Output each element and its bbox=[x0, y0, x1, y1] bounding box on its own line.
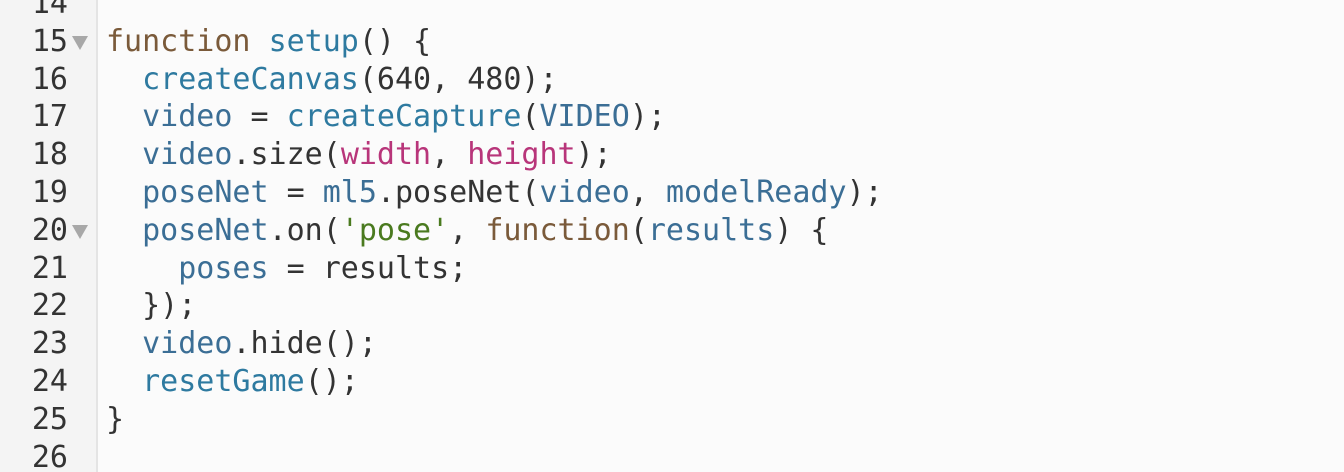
code-line[interactable]: 26 bbox=[0, 439, 1344, 472]
code-token: video bbox=[539, 174, 630, 210]
code-token: poseNet bbox=[142, 212, 269, 248]
code-token: createCapture bbox=[286, 99, 522, 135]
line-number: 18 bbox=[31, 137, 68, 173]
code-line[interactable]: 18 video.size(width, height); bbox=[0, 136, 1344, 174]
line-number: 15 bbox=[31, 23, 68, 59]
code-token: , bbox=[629, 174, 666, 210]
code-editor[interactable]: 14 15 function setup() {16 createCanvas(64… bbox=[0, 0, 1344, 472]
code-line[interactable]: 19 poseNet = ml5.poseNet(video, modelRea… bbox=[0, 174, 1344, 212]
code-token: function bbox=[106, 23, 251, 59]
line-number: 19 bbox=[31, 174, 68, 210]
code-text[interactable]: createCanvas(640, 480); bbox=[106, 61, 558, 99]
code-token: ); bbox=[575, 137, 612, 173]
code-line[interactable]: 22 }); bbox=[0, 287, 1344, 325]
code-token: ); bbox=[629, 99, 666, 135]
line-number: 21 bbox=[31, 250, 68, 286]
code-token: .on( bbox=[268, 212, 341, 248]
code-token: = results; bbox=[268, 250, 468, 286]
line-number: 14 bbox=[31, 0, 68, 21]
line-number: 20 bbox=[31, 212, 68, 248]
line-number: 25 bbox=[31, 401, 68, 437]
line-number: 22 bbox=[31, 288, 68, 324]
code-token: poseNet bbox=[142, 174, 269, 210]
code-token: (); bbox=[304, 363, 359, 399]
code-token: resetGame bbox=[142, 363, 305, 399]
code-lines: 14 15 function setup() {16 createCanvas(64… bbox=[0, 0, 1344, 472]
code-text[interactable]: resetGame(); bbox=[106, 363, 359, 401]
code-line[interactable]: 15 function setup() { bbox=[0, 23, 1344, 61]
code-text[interactable]: function setup() { bbox=[106, 23, 431, 61]
fold-arrow-icon[interactable] bbox=[72, 224, 88, 239]
code-text[interactable]: video.size(width, height); bbox=[106, 136, 612, 174]
code-token: poses bbox=[178, 250, 269, 286]
code-line[interactable]: 24 resetGame(); bbox=[0, 363, 1344, 401]
code-token: modelReady bbox=[665, 174, 847, 210]
line-number: 16 bbox=[31, 61, 68, 97]
code-token: , bbox=[449, 212, 486, 248]
code-token: ); bbox=[846, 174, 883, 210]
code-token: height bbox=[467, 137, 576, 173]
code-token: video bbox=[142, 326, 233, 362]
line-number: 24 bbox=[31, 363, 68, 399]
code-text[interactable]: video.hide(); bbox=[106, 325, 377, 363]
code-text[interactable]: poseNet = ml5.poseNet(video, modelReady)… bbox=[106, 174, 883, 212]
code-token: = bbox=[268, 174, 323, 210]
code-line[interactable]: 17 video = createCapture(VIDEO); bbox=[0, 98, 1344, 136]
code-token: createCanvas bbox=[142, 61, 359, 97]
line-number: 17 bbox=[31, 99, 68, 135]
code-line[interactable]: 20 poseNet.on('pose', function(results) … bbox=[0, 212, 1344, 250]
code-token: results bbox=[647, 212, 775, 248]
code-text[interactable]: } bbox=[106, 401, 124, 439]
code-token: .poseNet( bbox=[376, 174, 540, 210]
code-token: 'pose' bbox=[340, 212, 450, 248]
code-token: VIDEO bbox=[539, 99, 630, 135]
code-line[interactable]: 25} bbox=[0, 401, 1344, 439]
code-token: video bbox=[142, 137, 233, 173]
code-token: setup bbox=[268, 23, 359, 59]
code-line[interactable]: 16 createCanvas(640, 480); bbox=[0, 61, 1344, 99]
code-token: .size( bbox=[232, 137, 341, 173]
code-token: video bbox=[142, 99, 233, 135]
code-token: } bbox=[106, 401, 125, 437]
code-token: function bbox=[485, 212, 630, 248]
code-text[interactable]: video = createCapture(VIDEO); bbox=[106, 98, 666, 136]
code-token: ml5 bbox=[322, 174, 377, 210]
line-number: 26 bbox=[31, 439, 68, 472]
code-token: (640, 480); bbox=[358, 61, 558, 97]
line-number: 23 bbox=[31, 326, 68, 362]
code-token: () { bbox=[358, 23, 432, 59]
code-text[interactable]: }); bbox=[106, 287, 196, 325]
code-line[interactable]: 23 video.hide(); bbox=[0, 325, 1344, 363]
code-text[interactable]: poses = results; bbox=[106, 250, 467, 288]
code-token: , bbox=[431, 137, 468, 173]
code-token: = bbox=[232, 99, 287, 135]
fold-arrow-icon[interactable] bbox=[72, 35, 88, 50]
code-token: ( bbox=[629, 212, 648, 248]
code-line[interactable]: 21 poses = results; bbox=[0, 250, 1344, 288]
code-token: ) { bbox=[774, 212, 829, 248]
code-token: width bbox=[340, 137, 432, 173]
code-text[interactable]: poseNet.on('pose', function(results) { bbox=[106, 212, 829, 250]
code-token: ( bbox=[521, 99, 540, 135]
code-token: }); bbox=[106, 288, 197, 324]
code-line[interactable]: 14 bbox=[0, 0, 1344, 23]
code-token: .hide(); bbox=[232, 326, 377, 362]
